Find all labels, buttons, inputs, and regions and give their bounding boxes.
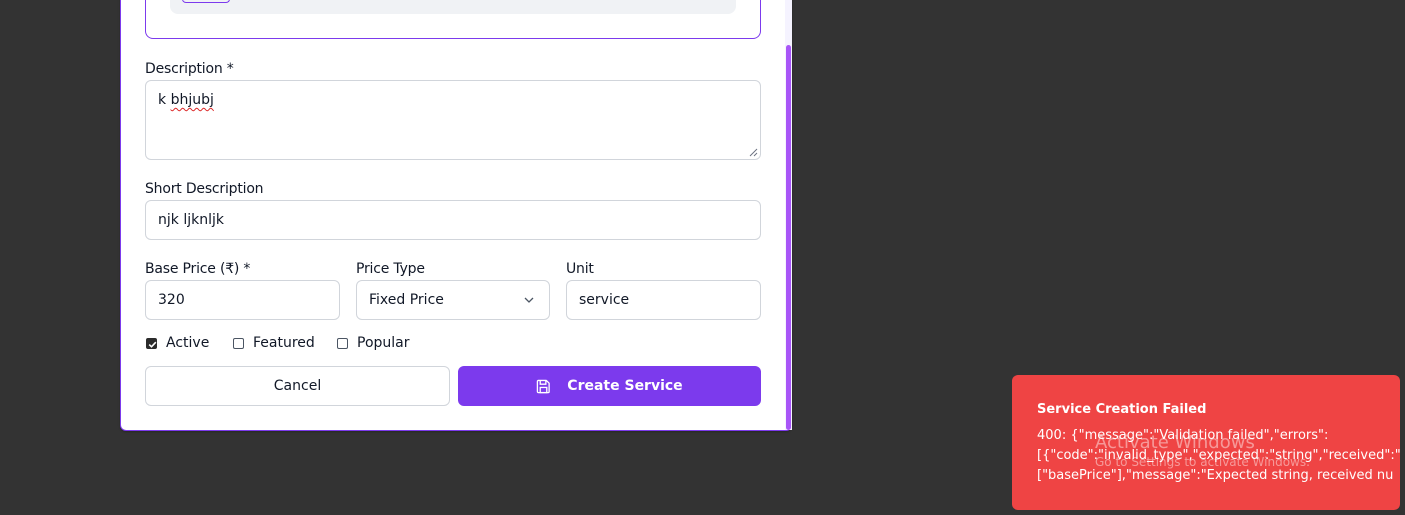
toast-message-line: ["basePrice"],"message":"Expected string…: [1037, 468, 1394, 483]
unit-label: Unit: [566, 261, 594, 277]
description-text: k: [158, 92, 171, 108]
price-type-value: Fixed Price: [369, 292, 444, 308]
featured-label: Featured: [253, 335, 315, 351]
resize-grip-icon[interactable]: [749, 148, 758, 157]
save-icon: [537, 379, 551, 393]
toast-message: 400: {"message":"Validation failed","err…: [1037, 426, 1400, 486]
short-description-input[interactable]: njk ljknljk: [145, 200, 761, 240]
image-upload-button[interactable]: [182, 0, 230, 3]
cancel-button[interactable]: Cancel: [145, 366, 450, 406]
image-upload-section: [145, 0, 761, 39]
description-misspelled-word: bhjubj: [170, 92, 214, 108]
popular-checkbox[interactable]: [337, 337, 348, 349]
active-checkbox-row[interactable]: Active: [146, 335, 209, 351]
popular-checkbox-row[interactable]: Popular: [337, 335, 410, 351]
create-service-button-label: Create Service: [567, 378, 683, 394]
toast-message-line: 400: {"message":"Validation failed","err…: [1037, 428, 1329, 443]
error-toast[interactable]: Service Creation Failed 400: {"message":…: [1012, 375, 1400, 510]
chevron-down-icon: [524, 297, 534, 303]
image-preview-area: [170, 0, 736, 14]
active-label: Active: [166, 335, 210, 351]
popular-label: Popular: [357, 335, 410, 351]
short-description-label: Short Description: [145, 181, 264, 197]
base-price-label: Base Price (₹) *: [145, 261, 251, 277]
create-service-button[interactable]: Create Service: [458, 366, 761, 406]
toast-title: Service Creation Failed: [1037, 402, 1207, 417]
description-textarea[interactable]: k bhjubj: [145, 80, 761, 160]
unit-input[interactable]: service: [566, 280, 761, 320]
toast-message-line: [{"code":"invalid_type","expected":"stri…: [1037, 448, 1400, 463]
base-price-input[interactable]: 320: [145, 280, 340, 320]
cancel-button-label: Cancel: [273, 378, 322, 394]
create-service-modal: Description * k bhjubj Short Description…: [120, 0, 792, 431]
price-type-select[interactable]: Fixed Price: [356, 280, 550, 320]
featured-checkbox-row[interactable]: Featured: [233, 335, 315, 351]
check-icon: [148, 341, 157, 348]
description-label: Description *: [145, 61, 234, 77]
modal-scrollbar-thumb[interactable]: [786, 45, 791, 430]
price-type-label: Price Type: [356, 261, 425, 277]
active-checkbox[interactable]: [146, 337, 157, 349]
featured-checkbox[interactable]: [233, 337, 244, 349]
